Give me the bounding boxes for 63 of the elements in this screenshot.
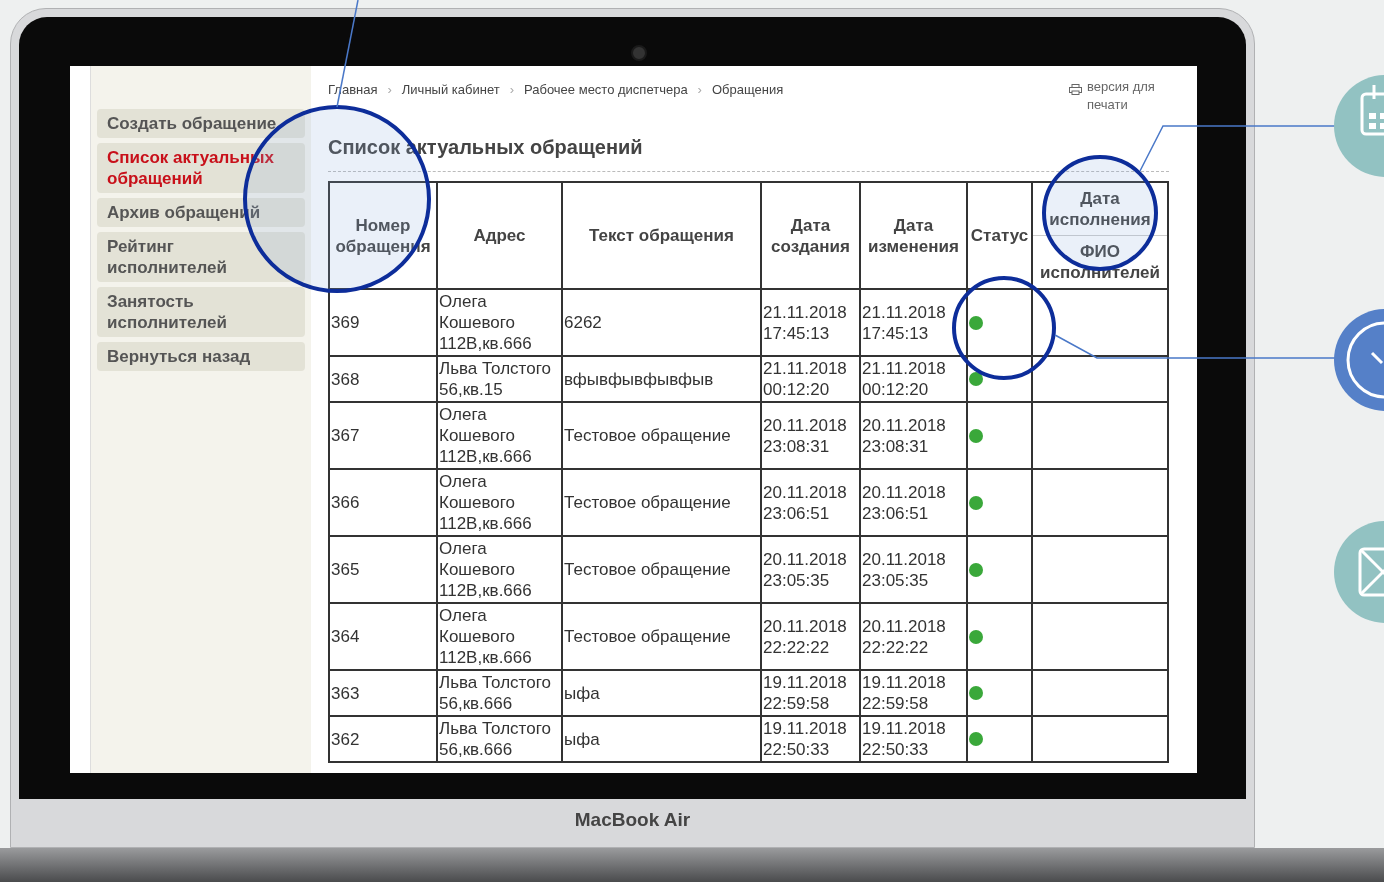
table-cell: 21.11.2018 00:12:20: [761, 356, 860, 402]
sidebar-item[interactable]: Занятость исполнителей: [97, 287, 305, 337]
column-header: Дата создания: [761, 182, 860, 289]
calendar-icon: [1334, 75, 1384, 177]
table-cell: 363: [329, 670, 437, 716]
table-cell: Тестовое обращение: [562, 536, 761, 603]
table-cell: Олега Кошевого 112В,кв.666: [437, 536, 562, 603]
chevron-icon: ›: [387, 82, 392, 97]
table-cell: 20.11.2018 23:05:35: [761, 536, 860, 603]
print-link[interactable]: версия для печати: [1069, 78, 1169, 108]
table-cell: 20.11.2018 23:06:51: [860, 469, 967, 536]
table-cell: Олега Кошевого 112В,кв.666: [437, 603, 562, 670]
table-cell: Льва Толстого 56,кв.666: [437, 670, 562, 716]
printer-icon: [1069, 84, 1082, 95]
chevron-icon: ›: [509, 82, 514, 97]
sidebar-item[interactable]: Создать обращение: [97, 109, 305, 138]
table-cell: 19.11.2018 22:59:58: [860, 670, 967, 716]
envelope-icon: [1334, 521, 1384, 623]
table-cell: 366: [329, 469, 437, 536]
table-cell: Олега Кошевого 112В,кв.666: [437, 289, 562, 356]
table-cell: Льва Толстого 56,кв.15: [437, 356, 562, 402]
table-cell: Тестовое обращение: [562, 469, 761, 536]
breadcrumb-link[interactable]: Рабочее место диспетчера: [524, 82, 688, 97]
table-cell: 369: [329, 289, 437, 356]
table-cell: Тестовое обращение: [562, 603, 761, 670]
table-cell: 20.11.2018 23:06:51: [761, 469, 860, 536]
clock-icon: [1334, 309, 1384, 411]
table-cell: Тестовое обращение: [562, 402, 761, 469]
table-cell: 20.11.2018 23:08:31: [860, 402, 967, 469]
table-cell: 6262: [562, 289, 761, 356]
table-cell: 19.11.2018 22:59:58: [761, 670, 860, 716]
column-header: Дата изменения: [860, 182, 967, 289]
table-cell: 367: [329, 402, 437, 469]
breadcrumb-link[interactable]: Обращения: [711, 82, 784, 97]
column-header: Дата исполнения: [1032, 182, 1168, 236]
table-cell: 19.11.2018 22:50:33: [860, 716, 967, 762]
breadcrumb-link[interactable]: Личный кабинет: [401, 82, 500, 97]
sidebar-item[interactable]: Рейтинг исполнителей: [97, 232, 305, 282]
column-header: Статус: [967, 182, 1032, 289]
device-label: MacBook Air: [573, 809, 692, 831]
table-cell: 20.11.2018 23:05:35: [860, 536, 967, 603]
table-cell: вфывфывфывфыв: [562, 356, 761, 402]
table-cell: Олега Кошевого 112В,кв.666: [437, 402, 562, 469]
chevron-icon: ›: [697, 82, 702, 97]
table-cell: 21.11.2018 17:45:13: [761, 289, 860, 356]
table-cell: 20.11.2018 22:22:22: [860, 603, 967, 670]
table-cell: Олега Кошевого 112В,кв.666: [437, 469, 562, 536]
table-cell: 362: [329, 716, 437, 762]
table-cell: 19.11.2018 22:50:33: [761, 716, 860, 762]
table-cell: 21.11.2018 17:45:13: [860, 289, 967, 356]
table-cell: 20.11.2018 23:08:31: [761, 402, 860, 469]
camera-icon: [631, 45, 647, 61]
table-cell: 364: [329, 603, 437, 670]
sidebar-item[interactable]: Вернуться назад: [97, 342, 305, 371]
table-cell: ыфа: [562, 670, 761, 716]
table-cell: Льва Толстого 56,кв.666: [437, 716, 562, 762]
column-header: Текст обращения: [562, 182, 761, 289]
table-cell: 21.11.2018 00:12:20: [860, 356, 967, 402]
table-cell: 365: [329, 536, 437, 603]
column-header: Адрес: [437, 182, 562, 289]
table-cell: 20.11.2018 22:22:22: [761, 603, 860, 670]
table-cell: 368: [329, 356, 437, 402]
table-cell: ыфа: [562, 716, 761, 762]
